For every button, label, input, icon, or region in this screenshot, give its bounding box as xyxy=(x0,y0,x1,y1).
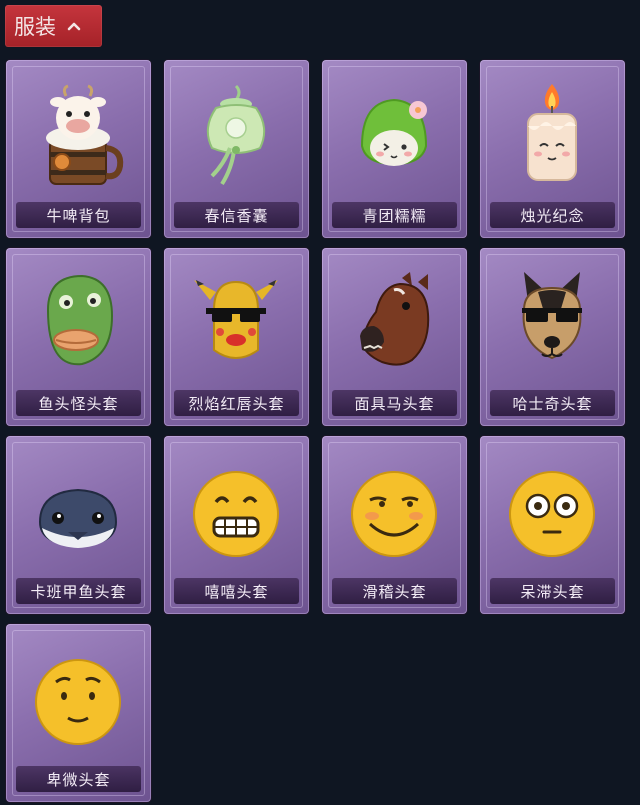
costume-label: 烈焰红唇头套 xyxy=(174,390,299,416)
costume-card-candle[interactable]: 烛光纪念 xyxy=(480,60,625,238)
costume-card-husky-mask[interactable]: 哈士奇头套 xyxy=(480,248,625,426)
costume-label: 牛啤背包 xyxy=(16,202,141,228)
chevron-up-icon xyxy=(66,18,82,34)
costume-card-stunned-emoji-mask[interactable]: 呆滞头套 xyxy=(480,436,625,614)
humble-emoji-mask-icon xyxy=(35,659,121,745)
horse-mask-icon xyxy=(360,272,430,366)
husky-mask-icon xyxy=(522,272,582,360)
cow-beer-backpack-icon xyxy=(46,84,124,185)
costume-label: 哈士奇头套 xyxy=(490,390,615,416)
section-title: 服装 xyxy=(14,15,56,39)
costume-card-silly-emoji-mask[interactable]: 滑稽头套 xyxy=(322,436,467,614)
costume-card-fish-head-mask[interactable]: 鱼头怪头套 xyxy=(6,248,151,426)
costume-card-turtle-mask[interactable]: 卡班甲鱼头套 xyxy=(6,436,151,614)
green-dumpling-icon xyxy=(360,98,428,166)
costume-card-sachet[interactable]: 春信香囊 xyxy=(164,60,309,238)
red-lips-mask-icon xyxy=(194,280,278,359)
costume-label: 卑微头套 xyxy=(16,766,141,792)
costume-card-grin-emoji-mask[interactable]: 嘻嘻头套 xyxy=(164,436,309,614)
silly-emoji-mask-icon xyxy=(351,471,437,557)
costume-label: 烛光纪念 xyxy=(490,202,615,228)
costume-label: 面具马头套 xyxy=(332,390,457,416)
fish-head-mask-icon xyxy=(46,274,114,366)
costume-label: 鱼头怪头套 xyxy=(16,390,141,416)
costume-label: 嘻嘻头套 xyxy=(174,578,299,604)
costume-card-horse-mask[interactable]: 面具马头套 xyxy=(322,248,467,426)
costume-section-toggle[interactable]: 服装 xyxy=(5,5,102,47)
costume-label: 春信香囊 xyxy=(174,202,299,228)
costume-card-red-lips-mask[interactable]: 烈焰红唇头套 xyxy=(164,248,309,426)
stunned-emoji-mask-icon xyxy=(509,471,595,557)
sachet-icon xyxy=(206,84,266,186)
candle-icon xyxy=(527,84,577,181)
turtle-mask-icon xyxy=(38,488,118,548)
costume-card-cow-beer-backpack[interactable]: 牛啤背包 xyxy=(6,60,151,238)
grin-emoji-mask-icon xyxy=(193,471,279,557)
costume-card-humble-emoji-mask[interactable]: 卑微头套 xyxy=(6,624,151,802)
costume-card-green-dumpling[interactable]: 青团糯糯 xyxy=(322,60,467,238)
costume-label: 滑稽头套 xyxy=(332,578,457,604)
costume-label: 青团糯糯 xyxy=(332,202,457,228)
costume-label: 呆滞头套 xyxy=(490,578,615,604)
costume-label: 卡班甲鱼头套 xyxy=(16,578,141,604)
